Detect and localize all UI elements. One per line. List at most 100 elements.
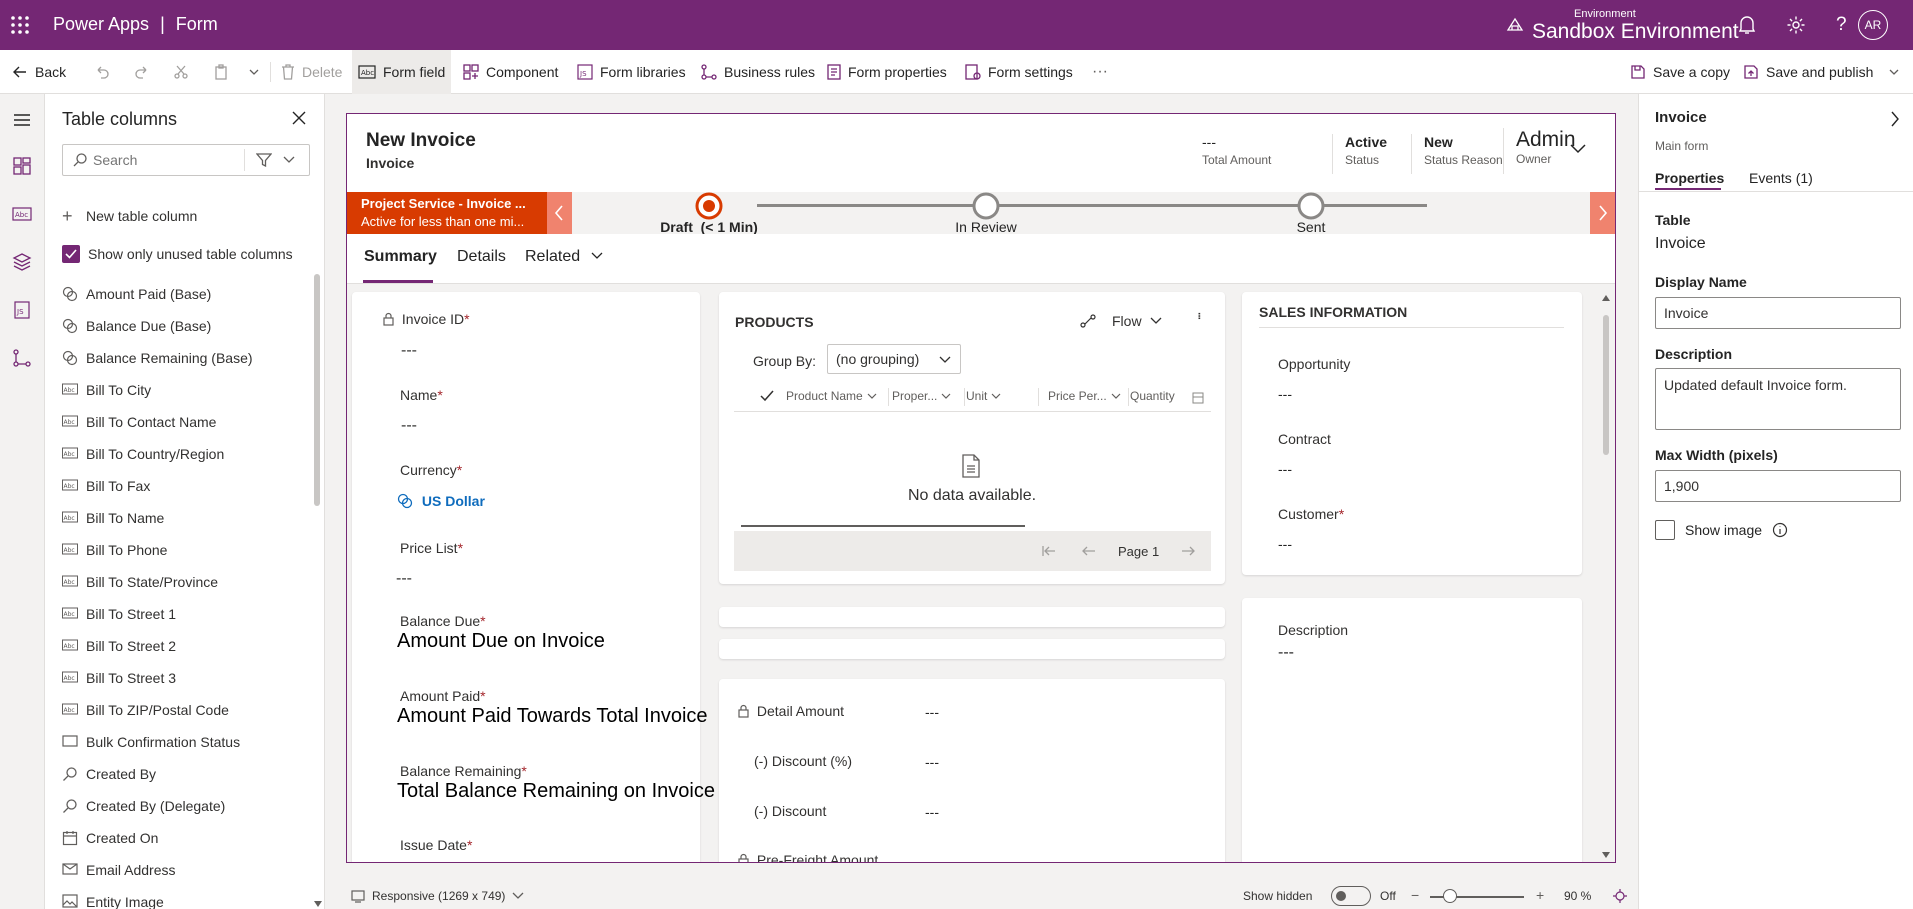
table-column-item[interactable]: Abc Bill To Name: [62, 503, 164, 533]
opportunity-value[interactable]: ---: [1278, 386, 1292, 402]
bpf-process-badge[interactable]: Project Service - Invoice ... Active for…: [347, 192, 547, 234]
grid-column-header[interactable]: Quantity: [1130, 389, 1190, 403]
show-image-checkbox[interactable]: Show image: [1655, 520, 1788, 540]
customer-value[interactable]: ---: [1278, 536, 1292, 552]
form-field-button[interactable]: Abc Form field: [352, 50, 452, 94]
price-list-value[interactable]: ---: [396, 570, 412, 588]
close-icon[interactable]: [291, 110, 307, 126]
first-page-icon[interactable]: [1042, 545, 1056, 557]
new-table-column-button[interactable]: + New table column: [62, 201, 197, 231]
name-value[interactable]: ---: [401, 417, 417, 435]
form-header[interactable]: New Invoice Invoice --- Total Amount Act…: [347, 114, 1615, 192]
table-column-item[interactable]: Created On: [62, 823, 158, 853]
column-settings-icon[interactable]: [1192, 392, 1204, 404]
previous-page-icon[interactable]: [1082, 545, 1096, 557]
table-column-item[interactable]: Abc Bill To Fax: [62, 471, 150, 501]
table-column-item[interactable]: Abc Bill To Phone: [62, 535, 167, 565]
grid-column-header[interactable]: Price Per...: [1048, 389, 1126, 403]
info-icon[interactable]: [1772, 522, 1788, 538]
table-column-item[interactable]: Abc Bill To State/Province: [62, 567, 218, 597]
summary-general-section[interactable]: Invoice ID* --- Name* --- Currency* US D…: [352, 292, 715, 862]
fit-to-screen-icon[interactable]: [1613, 889, 1627, 903]
table-column-item[interactable]: Amount Paid (Base): [62, 279, 211, 309]
show-hidden-toggle[interactable]: [1331, 886, 1371, 906]
select-all-checkmark-icon[interactable]: [760, 390, 774, 402]
contract-value[interactable]: ---: [1278, 461, 1292, 477]
flow-menu-button[interactable]: Flow: [1080, 313, 1162, 329]
group-by-select[interactable]: (no grouping): [827, 344, 961, 374]
products-subgrid[interactable]: PRODUCTS Flow ··· Group By: (no grouping…: [719, 292, 1225, 584]
header-field-status-reason[interactable]: New Status Reason: [1411, 134, 1503, 174]
search-input[interactable]: [93, 150, 233, 170]
table-column-item[interactable]: Abc Bill To Contact Name: [62, 407, 216, 437]
table-column-item[interactable]: Balance Due (Base): [62, 311, 211, 341]
save-publish-button[interactable]: Save and publish: [1743, 50, 1873, 94]
table-column-item[interactable]: Abc Bill To Country/Region: [62, 439, 224, 469]
empty-section[interactable]: [719, 639, 1225, 659]
help-icon[interactable]: ?: [1836, 14, 1847, 36]
back-button[interactable]: Back: [12, 50, 66, 94]
paste-button[interactable]: [213, 50, 229, 94]
tab-summary[interactable]: Summary: [364, 248, 437, 266]
form-scroll-up-icon[interactable]: [1602, 295, 1610, 301]
save-copy-button[interactable]: Save a copy: [1630, 50, 1730, 94]
business-process-flow[interactable]: Project Service - Invoice ... Active for…: [347, 192, 1615, 235]
currency-lookup-link[interactable]: US Dollar: [397, 493, 485, 509]
filter-chevron-down-icon[interactable]: [283, 155, 295, 165]
more-options-icon[interactable]: ···: [1190, 311, 1208, 318]
invoice-id-value[interactable]: ---: [401, 342, 417, 360]
form-properties-button[interactable]: Form properties: [827, 50, 947, 94]
amount-paid-value[interactable]: Amount Paid Towards Total Invoice: [397, 705, 708, 728]
business-rules-rail-icon[interactable]: [12, 348, 32, 368]
settings-gear-icon[interactable]: [1786, 15, 1806, 35]
header-field-total-amount[interactable]: --- Total Amount: [1202, 134, 1271, 167]
zoom-slider-thumb[interactable]: [1443, 889, 1457, 903]
notifications-icon[interactable]: [1738, 15, 1756, 35]
display-name-input[interactable]: Invoice: [1655, 297, 1901, 329]
tab-related[interactable]: Related: [525, 248, 603, 266]
sales-information-section[interactable]: SALES INFORMATION Opportunity --- Contra…: [1242, 292, 1582, 575]
table-column-item[interactable]: Abc Bill To Street 2: [62, 631, 176, 661]
form-libraries-button[interactable]: JS Form libraries: [577, 50, 686, 94]
paste-options-chevron-icon[interactable]: [248, 50, 260, 94]
tree-view-rail-icon[interactable]: [12, 252, 32, 272]
scroll-down-arrow-icon[interactable]: [314, 901, 322, 907]
max-width-input[interactable]: 1,900: [1655, 470, 1901, 502]
discount-value[interactable]: ---: [925, 804, 939, 820]
balance-remaining-value[interactable]: Total Balance Remaining on Invoice: [397, 780, 715, 803]
app-launcher-icon[interactable]: [10, 15, 32, 37]
form-libraries-rail-icon[interactable]: JS: [12, 300, 32, 320]
app-name[interactable]: Power Apps: [53, 14, 149, 34]
header-field-owner[interactable]: Admin Owner: [1503, 128, 1576, 174]
table-column-item[interactable]: Abc Bill To ZIP/Postal Code: [62, 695, 229, 725]
tab-properties[interactable]: Properties: [1655, 170, 1724, 186]
balance-due-value[interactable]: Amount Due on Invoice: [397, 630, 605, 653]
table-columns-rail-icon[interactable]: Abc: [12, 204, 32, 224]
bpf-stage-draft[interactable]: Draft (< 1 Min): [644, 192, 774, 235]
form-settings-button[interactable]: Form settings: [965, 50, 1073, 94]
grid-column-header[interactable]: Product Name: [786, 389, 886, 403]
table-column-item[interactable]: Abc Bill To Street 1: [62, 599, 176, 629]
header-field-status[interactable]: Active Status: [1332, 134, 1387, 174]
collapse-panel-chevron-icon[interactable]: [1890, 111, 1900, 127]
description-textarea[interactable]: Updated default Invoice form.: [1655, 368, 1901, 430]
table-column-item[interactable]: Email Address: [62, 855, 175, 885]
component-button[interactable]: Component: [463, 50, 558, 94]
responsive-size-picker[interactable]: Responsive (1269 x 749): [351, 889, 524, 903]
cut-button[interactable]: [173, 50, 189, 94]
tab-events[interactable]: Events (1): [1749, 170, 1813, 186]
zoom-in-icon[interactable]: +: [1536, 887, 1544, 903]
delete-button[interactable]: Delete: [281, 50, 342, 94]
table-column-item[interactable]: Abc Bill To City: [62, 375, 151, 405]
columns-scrollbar[interactable]: [314, 274, 320, 506]
bpf-stage-sent[interactable]: Sent: [1246, 192, 1376, 235]
table-column-item[interactable]: Balance Remaining (Base): [62, 343, 253, 373]
bpf-prev-button[interactable]: [547, 192, 572, 234]
table-column-item[interactable]: Created By (Delegate): [62, 791, 225, 821]
more-commands-button[interactable]: ···: [1092, 50, 1108, 94]
grid-horizontal-scrollbar[interactable]: [741, 525, 1025, 527]
form-scroll-down-icon[interactable]: [1602, 852, 1610, 858]
header-expand-chevron-icon[interactable]: [1570, 144, 1586, 154]
amounts-section[interactable]: Detail Amount --- (-) Discount (%) --- (…: [719, 679, 1225, 862]
hamburger-menu-icon[interactable]: [12, 110, 32, 130]
